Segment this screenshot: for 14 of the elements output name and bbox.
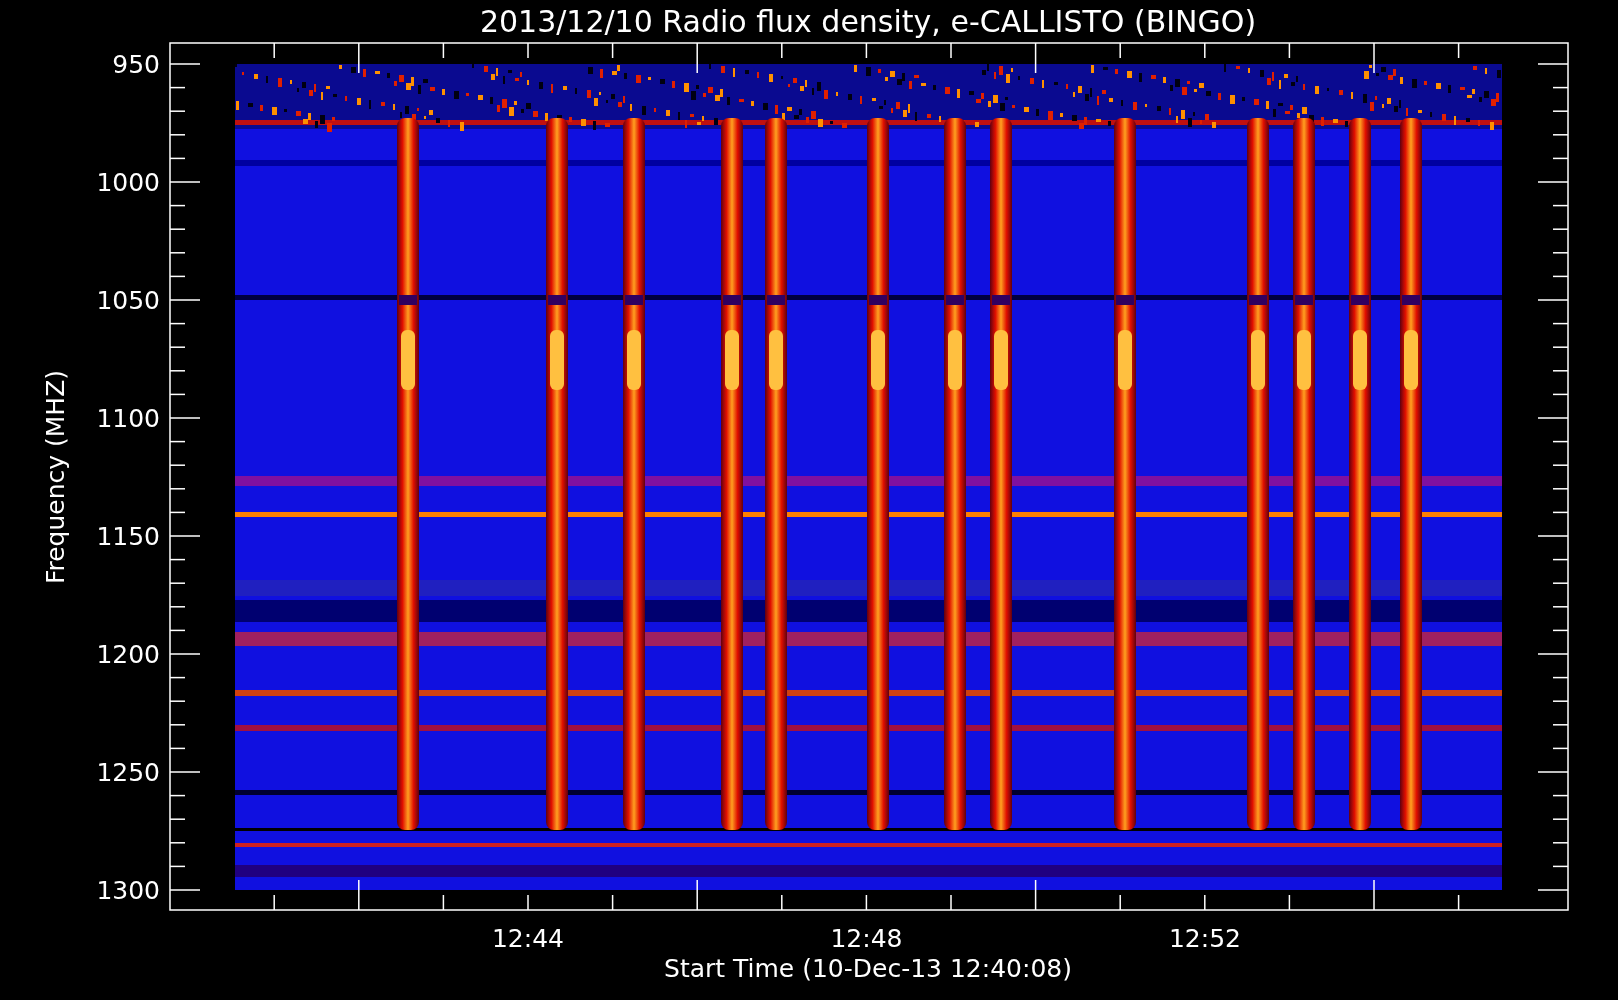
y-tick-label: 1200 — [96, 640, 160, 669]
y-tick-label: 1050 — [96, 286, 160, 315]
y-tick-label: 1000 — [96, 168, 160, 197]
y-tick-label: 1300 — [96, 876, 160, 905]
x-tick-label: 12:52 — [1169, 924, 1241, 953]
x-tick-label: 12:44 — [492, 924, 564, 953]
plot-title: 2013/12/10 Radio flux density, e-CALLISTO (BINGO) — [479, 4, 1257, 39]
x-axis-label: Start Time (10-Dec-13 12:40:08) — [664, 954, 1072, 983]
y-tick-label: 950 — [112, 50, 160, 79]
y-axis-label: Frequency (MHZ) — [41, 369, 70, 585]
y-tick-label: 1250 — [96, 758, 160, 787]
x-tick-label: 12:48 — [830, 924, 903, 953]
y-tick-label: 1150 — [96, 522, 160, 551]
y-tick-label: 1100 — [96, 404, 160, 433]
